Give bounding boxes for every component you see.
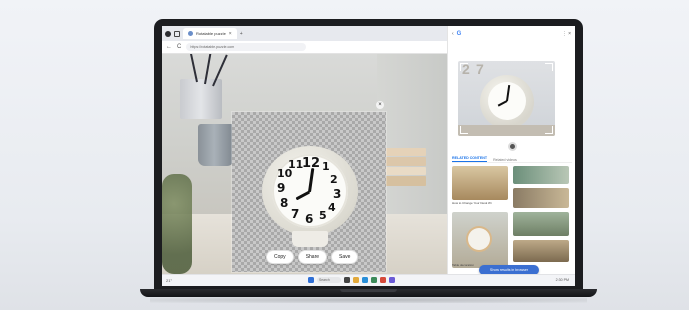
favicon-icon xyxy=(188,31,193,36)
tab-close-icon[interactable]: × xyxy=(229,31,232,37)
pencil-cup xyxy=(180,79,222,119)
clock-numeral: 8 xyxy=(280,196,289,210)
close-icon[interactable]: × xyxy=(376,101,384,109)
save-button[interactable]: Save xyxy=(331,250,359,264)
back-icon[interactable]: ← xyxy=(166,44,172,50)
tab-active[interactable]: Rotatable puzzle × xyxy=(183,28,237,39)
clock-numeral: 6 xyxy=(305,212,314,226)
thumb-clock xyxy=(468,228,490,250)
clock-numeral: 2 xyxy=(330,173,338,186)
google-logo-icon: G xyxy=(456,30,462,37)
search-preview-image[interactable]: 2 7 xyxy=(458,61,555,136)
plant xyxy=(162,174,192,274)
tab-related-content[interactable]: RELATED CONTENT xyxy=(452,156,488,162)
url-field[interactable]: https://rotatable.puzzle.com xyxy=(186,43,307,51)
reload-icon[interactable]: C xyxy=(177,44,181,50)
clock-numeral: 5 xyxy=(319,209,327,222)
taskbar: 21° Search 2:30 PM xyxy=(162,274,575,286)
tab-actions-icon[interactable] xyxy=(174,30,180,37)
taskbar-search[interactable]: Search xyxy=(317,277,341,283)
copy-button[interactable]: Copy xyxy=(266,250,294,264)
crop-corner[interactable] xyxy=(545,126,553,134)
results-tabs: RELATED CONTENT Related videos xyxy=(452,153,572,163)
address-bar-row: ← C https://rotatable.puzzle.com xyxy=(162,41,447,54)
clock-stand xyxy=(292,231,328,247)
book xyxy=(380,148,426,156)
search-shutter-button[interactable] xyxy=(508,142,517,151)
result-thumbnail[interactable] xyxy=(452,166,508,200)
clock-numeral: 11 xyxy=(288,158,304,171)
result-thumbnail[interactable] xyxy=(513,240,569,262)
crop-corner[interactable] xyxy=(545,63,553,71)
result-thumbnail[interactable] xyxy=(513,166,569,184)
task-view-icon[interactable] xyxy=(344,277,350,283)
results-grid: How to Change Your Desk Wi Table decorat… xyxy=(452,166,572,272)
panel-header: ‹ G ⋮ × xyxy=(448,26,575,41)
visual-search-panel: ‹ G ⋮ × 2 7 RELATED CONTENT Related vide… xyxy=(447,26,575,275)
book xyxy=(382,176,426,186)
taskbar-icons: Search xyxy=(308,277,395,283)
crop-corner[interactable] xyxy=(460,126,468,134)
share-button[interactable]: Share xyxy=(297,250,328,264)
weather-widget[interactable]: 21° xyxy=(166,278,172,283)
mug xyxy=(198,124,234,166)
system-clock[interactable]: 2:30 PM xyxy=(556,278,569,282)
edge-icon[interactable] xyxy=(362,277,368,283)
new-tab-icon[interactable]: + xyxy=(240,31,243,37)
tab-title: Rotatable puzzle xyxy=(196,31,226,36)
laptop-notch xyxy=(340,289,397,292)
clock-numeral: 7 xyxy=(291,207,300,221)
preview-digit: 7 xyxy=(476,61,484,77)
start-icon[interactable] xyxy=(308,277,314,283)
store-icon[interactable] xyxy=(371,277,377,283)
preview-desk xyxy=(458,125,555,136)
app-icon[interactable] xyxy=(380,277,386,283)
clock-numeral: 9 xyxy=(277,181,286,195)
clock-numeral: 1 xyxy=(322,160,330,173)
laptop-screen: Rotatable puzzle × + ← C https://rotatab… xyxy=(162,26,575,286)
result-caption[interactable]: How to Change Your Desk Wi xyxy=(452,201,508,206)
result-thumbnail[interactable] xyxy=(452,212,508,268)
tab-bar: Rotatable puzzle × + xyxy=(162,26,447,41)
clock-numeral: 4 xyxy=(328,201,336,214)
browser-logo-icon[interactable] xyxy=(165,30,171,37)
crop-corner[interactable] xyxy=(460,63,468,71)
back-arrow-icon[interactable]: ‹ xyxy=(452,31,454,37)
file-explorer-icon[interactable] xyxy=(353,277,359,283)
panel-window-controls[interactable]: ⋮ × xyxy=(562,31,571,37)
clock-numeral: 3 xyxy=(333,187,342,201)
pencil xyxy=(188,54,198,83)
tab-related-videos[interactable]: Related videos xyxy=(493,158,517,162)
laptop-shadow xyxy=(150,297,587,303)
app-icon[interactable] xyxy=(389,277,395,283)
result-thumbnail[interactable] xyxy=(513,188,569,208)
result-thumbnail[interactable] xyxy=(513,212,569,236)
browser-window: Rotatable puzzle × + ← C https://rotatab… xyxy=(162,26,447,274)
action-bar: Copy Share Save xyxy=(266,250,359,264)
